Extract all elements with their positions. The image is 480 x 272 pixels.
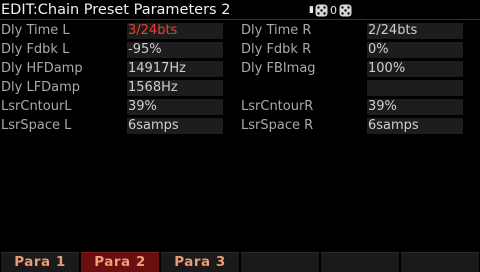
- param-label-dly-lfdamp: Dly LFDamp: [1, 80, 81, 95]
- tab-empty-5[interactable]: [321, 252, 399, 272]
- param-value-dly-time-r[interactable]: 2/24bts: [367, 23, 463, 39]
- status-count: 0: [329, 3, 337, 17]
- param-label-lsrcntourr: LsrCntourR: [241, 99, 314, 114]
- tab-empty-4[interactable]: [241, 252, 319, 272]
- param-label-lsrcntourl: LsrCntourL: [1, 99, 72, 114]
- param-label-dly-fdbk-l: Dly Fdbk L: [1, 42, 70, 57]
- param-label-dly-time-l: Dly Time L: [1, 23, 70, 38]
- tab-para-3[interactable]: Para 3: [161, 252, 239, 272]
- title-bar: EDIT:Chain Preset Parameters 2 ▮ 0: [0, 0, 480, 20]
- param-label-lsrspace-r: LsrSpace R: [241, 118, 314, 133]
- param-label-dly-fbimag: Dly FBImag: [241, 61, 316, 76]
- param-value-lsrcntourl[interactable]: 39%: [127, 99, 223, 115]
- param-value-lsrcntourr[interactable]: 39%: [367, 99, 463, 115]
- dice-icon: [315, 4, 328, 17]
- param-label-dly-hfdamp: Dly HFDamp: [1, 61, 83, 76]
- param-value-lsrspace-l[interactable]: 6samps: [127, 118, 223, 134]
- param-label-dly-time-r: Dly Time R: [241, 23, 312, 38]
- status-marker-icon: ▮: [309, 5, 314, 15]
- tab-para-1[interactable]: Para 1: [1, 252, 79, 272]
- param-label-lsrspace-l: LsrSpace L: [1, 118, 72, 133]
- param-value-dly-lfdamp[interactable]: 1568Hz: [127, 80, 223, 96]
- tab-empty-6[interactable]: [401, 252, 479, 272]
- param-value-dly-fbimag[interactable]: 100%: [367, 61, 463, 77]
- title-divider: [0, 19, 480, 20]
- param-value-dly-fdbk-r[interactable]: 0%: [367, 42, 463, 58]
- param-label-dly-fdbk-r: Dly Fdbk R: [241, 42, 312, 57]
- param-value-empty: [367, 80, 463, 96]
- status-indicator: ▮ 0: [309, 3, 352, 17]
- tab-para-2[interactable]: Para 2: [81, 252, 159, 272]
- param-value-dly-fdbk-l[interactable]: -95%: [127, 42, 223, 58]
- page-title: EDIT:Chain Preset Parameters 2: [1, 2, 231, 18]
- param-value-lsrspace-r[interactable]: 6samps: [367, 118, 463, 134]
- page-tabs: Para 1 Para 2 Para 3: [0, 252, 480, 272]
- param-value-dly-hfdamp[interactable]: 14917Hz: [127, 61, 223, 77]
- param-value-dly-time-l[interactable]: 3/24bts: [127, 23, 223, 39]
- dice-icon: [339, 4, 352, 17]
